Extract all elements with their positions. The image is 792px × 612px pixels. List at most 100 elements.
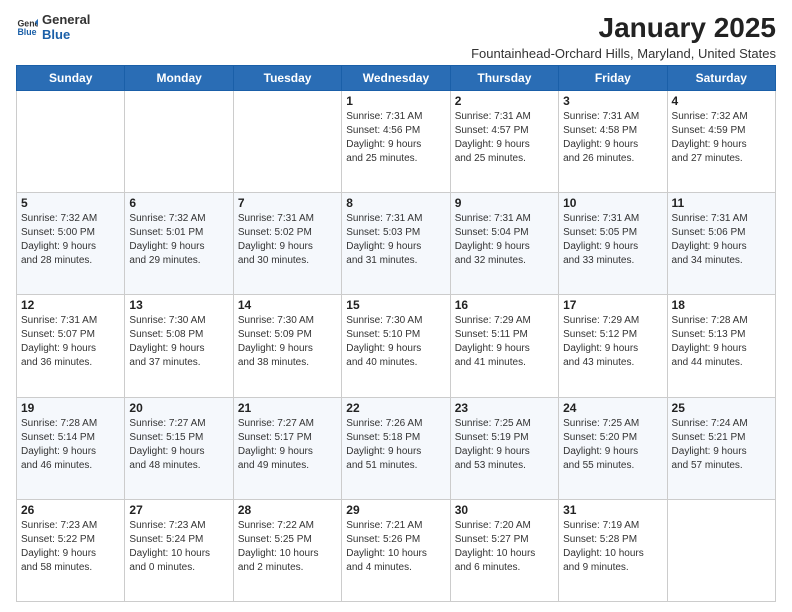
day-number: 25	[672, 401, 771, 415]
day-number: 8	[346, 196, 445, 210]
day-number: 12	[21, 298, 120, 312]
day-number: 31	[563, 503, 662, 517]
logo: General Blue General Blue	[16, 12, 90, 42]
cell-content: Sunrise: 7:31 AMSunset: 5:03 PMDaylight:…	[346, 212, 445, 268]
cell-content: Sunrise: 7:32 AMSunset: 5:01 PMDaylight:…	[129, 212, 228, 268]
day-number: 10	[563, 196, 662, 210]
calendar-cell: 1 Sunrise: 7:31 AMSunset: 4:56 PMDaylight…	[342, 91, 450, 193]
cell-content: Sunrise: 7:29 AMSunset: 5:11 PMDaylight:…	[455, 314, 554, 370]
calendar-cell: 13Sunrise: 7:30 AMSunset: 5:08 PMDayligh…	[125, 295, 233, 397]
cell-content: Sunrise: 7:28 AMSunset: 5:13 PMDaylight:…	[672, 314, 771, 370]
calendar-cell: 12 Sunrise: 7:31 AMSunset: 5:07 PMDayligh…	[17, 295, 125, 397]
calendar-header-row: SundayMondayTuesdayWednesdayThursdayFrid…	[17, 66, 776, 91]
day-number: 6	[129, 196, 228, 210]
cell-content: Sunrise: 7:25 AMSunset: 5:20 PMDaylight:…	[563, 417, 662, 473]
calendar-cell: 23Sunrise: 7:25 AMSunset: 5:19 PMDayligh…	[450, 397, 558, 499]
cell-content: Sunrise: 7:30 AMSunset: 5:08 PMDaylight:…	[129, 314, 228, 370]
cell-content: Sunrise: 7:31 AMSunset: 5:05 PMDaylight:…	[563, 212, 662, 268]
day-number: 19	[21, 401, 120, 415]
day-header-tuesday: Tuesday	[233, 66, 341, 91]
calendar-week-1: 1 Sunrise: 7:31 AMSunset: 4:56 PMDaylight…	[17, 91, 776, 193]
calendar-cell: 2 Sunrise: 7:31 AMSunset: 4:57 PMDaylight…	[450, 91, 558, 193]
day-number: 29	[346, 503, 445, 517]
cell-content: Sunrise: 7:32 AMSunset: 5:00 PMDaylight:…	[21, 212, 120, 268]
day-number: 26	[21, 503, 120, 517]
cell-content: Sunrise: 7:31 AMSunset: 5:02 PMDaylight:…	[238, 212, 337, 268]
day-number: 17	[563, 298, 662, 312]
calendar-week-2: 5 Sunrise: 7:32 AMSunset: 5:00 PMDaylight…	[17, 193, 776, 295]
cell-content: Sunrise: 7:19 AMSunset: 5:28 PMDaylight:…	[563, 519, 662, 575]
cell-content: Sunrise: 7:23 AMSunset: 5:22 PMDaylight:…	[21, 519, 120, 575]
day-header-sunday: Sunday	[17, 66, 125, 91]
cell-content: Sunrise: 7:26 AMSunset: 5:18 PMDaylight:…	[346, 417, 445, 473]
day-number: 22	[346, 401, 445, 415]
calendar-cell: 17 Sunrise: 7:29 AMSunset: 5:12 PMDayligh…	[559, 295, 667, 397]
day-number: 1	[346, 94, 445, 108]
calendar-cell	[667, 499, 775, 601]
day-header-thursday: Thursday	[450, 66, 558, 91]
cell-content: Sunrise: 7:31 AMSunset: 4:57 PMDaylight:…	[455, 110, 554, 166]
day-header-monday: Monday	[125, 66, 233, 91]
calendar-cell: 18 Sunrise: 7:28 AMSunset: 5:13 PMDayligh…	[667, 295, 775, 397]
cell-content: Sunrise: 7:31 AMSunset: 5:07 PMDaylight:…	[21, 314, 120, 370]
cell-content: Sunrise: 7:31 AMSunset: 5:06 PMDaylight:…	[672, 212, 771, 268]
day-number: 3	[563, 94, 662, 108]
day-number: 18	[672, 298, 771, 312]
calendar-cell: 16 Sunrise: 7:29 AMSunset: 5:11 PMDayligh…	[450, 295, 558, 397]
cell-content: Sunrise: 7:23 AMSunset: 5:24 PMDaylight:…	[129, 519, 228, 575]
day-number: 23	[455, 401, 554, 415]
calendar-cell: 25Sunrise: 7:24 AMSunset: 5:21 PMDayligh…	[667, 397, 775, 499]
day-number: 11	[672, 196, 771, 210]
cell-content: Sunrise: 7:29 AMSunset: 5:12 PMDaylight:…	[563, 314, 662, 370]
cell-content: Sunrise: 7:32 AMSunset: 4:59 PMDaylight:…	[672, 110, 771, 166]
day-header-saturday: Saturday	[667, 66, 775, 91]
title-block: January 2025 Fountainhead-Orchard Hills,…	[471, 12, 776, 61]
calendar-cell: 20Sunrise: 7:27 AMSunset: 5:15 PMDayligh…	[125, 397, 233, 499]
calendar-cell: 10 Sunrise: 7:31 AMSunset: 5:05 PMDayligh…	[559, 193, 667, 295]
cell-content: Sunrise: 7:27 AMSunset: 5:17 PMDaylight:…	[238, 417, 337, 473]
cell-content: Sunrise: 7:31 AMSunset: 4:56 PMDaylight:…	[346, 110, 445, 166]
calendar-cell: 22 Sunrise: 7:26 AMSunset: 5:18 PMDayligh…	[342, 397, 450, 499]
day-header-wednesday: Wednesday	[342, 66, 450, 91]
logo-icon: General Blue	[16, 16, 38, 38]
calendar-cell	[17, 91, 125, 193]
calendar-cell	[125, 91, 233, 193]
calendar-cell: 31 Sunrise: 7:19 AMSunset: 5:28 PMDayligh…	[559, 499, 667, 601]
cell-content: Sunrise: 7:21 AMSunset: 5:26 PMDaylight:…	[346, 519, 445, 575]
calendar-cell: 9Sunrise: 7:31 AMSunset: 5:04 PMDaylight…	[450, 193, 558, 295]
day-number: 7	[238, 196, 337, 210]
logo-general: General	[42, 12, 90, 27]
calendar-week-5: 26 Sunrise: 7:23 AMSunset: 5:22 PMDayligh…	[17, 499, 776, 601]
cell-content: Sunrise: 7:20 AMSunset: 5:27 PMDaylight:…	[455, 519, 554, 575]
day-number: 27	[129, 503, 228, 517]
calendar-cell: 4Sunrise: 7:32 AMSunset: 4:59 PMDaylight…	[667, 91, 775, 193]
day-number: 16	[455, 298, 554, 312]
cell-content: Sunrise: 7:31 AMSunset: 4:58 PMDaylight:…	[563, 110, 662, 166]
day-number: 15	[346, 298, 445, 312]
cell-content: Sunrise: 7:28 AMSunset: 5:14 PMDaylight:…	[21, 417, 120, 473]
calendar-cell: 28 Sunrise: 7:22 AMSunset: 5:25 PMDayligh…	[233, 499, 341, 601]
calendar-cell: 21Sunrise: 7:27 AMSunset: 5:17 PMDayligh…	[233, 397, 341, 499]
day-number: 28	[238, 503, 337, 517]
calendar-cell: 8 Sunrise: 7:31 AMSunset: 5:03 PMDaylight…	[342, 193, 450, 295]
location-subtitle: Fountainhead-Orchard Hills, Maryland, Un…	[471, 46, 776, 61]
day-header-friday: Friday	[559, 66, 667, 91]
cell-content: Sunrise: 7:31 AMSunset: 5:04 PMDaylight:…	[455, 212, 554, 268]
day-number: 5	[21, 196, 120, 210]
logo-blue: Blue	[42, 27, 90, 42]
day-number: 14	[238, 298, 337, 312]
calendar-cell: 24 Sunrise: 7:25 AMSunset: 5:20 PMDayligh…	[559, 397, 667, 499]
day-number: 30	[455, 503, 554, 517]
day-number: 24	[563, 401, 662, 415]
calendar-cell: 26 Sunrise: 7:23 AMSunset: 5:22 PMDayligh…	[17, 499, 125, 601]
cell-content: Sunrise: 7:27 AMSunset: 5:15 PMDaylight:…	[129, 417, 228, 473]
calendar-cell: 6 Sunrise: 7:32 AMSunset: 5:01 PMDaylight…	[125, 193, 233, 295]
calendar-cell: 5 Sunrise: 7:32 AMSunset: 5:00 PMDaylight…	[17, 193, 125, 295]
calendar-cell: 30 Sunrise: 7:20 AMSunset: 5:27 PMDayligh…	[450, 499, 558, 601]
calendar-week-3: 12 Sunrise: 7:31 AMSunset: 5:07 PMDayligh…	[17, 295, 776, 397]
svg-text:Blue: Blue	[17, 27, 36, 37]
cell-content: Sunrise: 7:22 AMSunset: 5:25 PMDaylight:…	[238, 519, 337, 575]
day-number: 2	[455, 94, 554, 108]
calendar-cell: 19 Sunrise: 7:28 AMSunset: 5:14 PMDayligh…	[17, 397, 125, 499]
calendar-table: SundayMondayTuesdayWednesdayThursdayFrid…	[16, 65, 776, 602]
